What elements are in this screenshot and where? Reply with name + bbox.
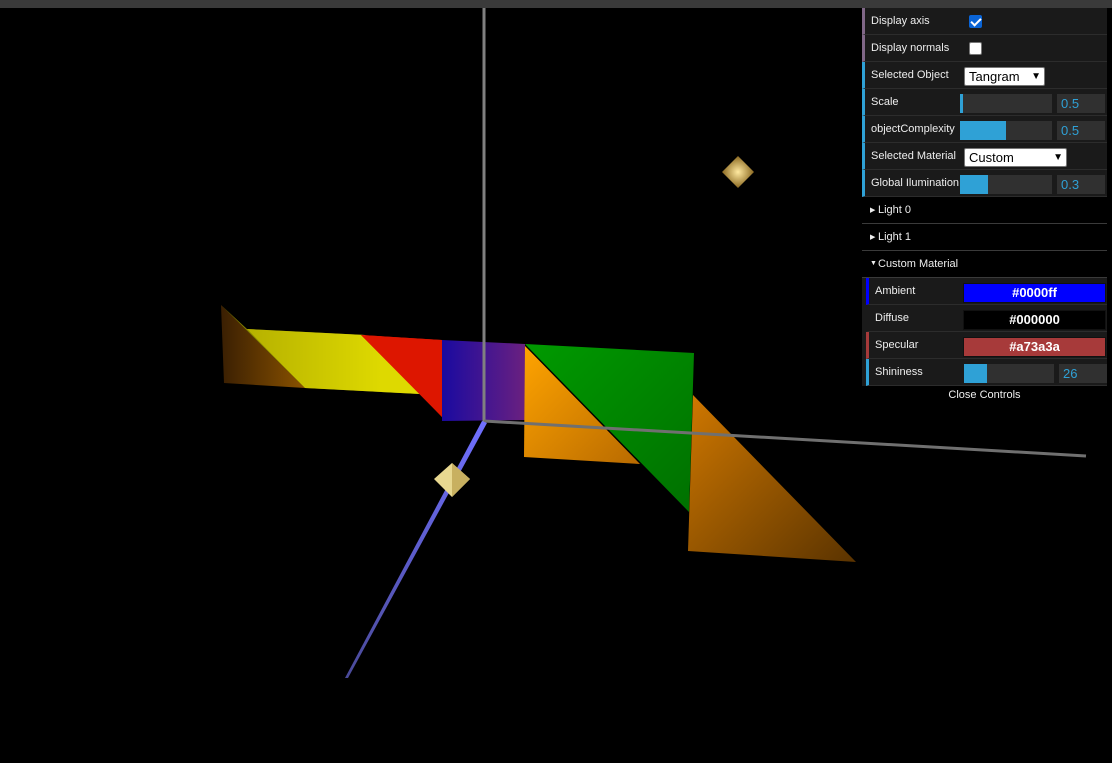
chevron-down-icon: ▼ bbox=[1031, 71, 1041, 82]
specular-row: Specular #a73a3a bbox=[866, 332, 1107, 359]
top-bar bbox=[0, 0, 1112, 8]
global-illumination-row: Global Ilumination 0.3 bbox=[862, 170, 1107, 197]
diffuse-label: Diffuse bbox=[875, 312, 910, 324]
selected-material-value: Custom bbox=[969, 150, 1014, 165]
object-complexity-label: objectComplexity bbox=[871, 123, 955, 135]
ambient-color-picker[interactable]: #0000ff bbox=[963, 283, 1106, 303]
diffuse-color-picker[interactable]: #000000 bbox=[963, 310, 1106, 330]
custom-material-folder[interactable]: ▼ Custom Material bbox=[862, 251, 1107, 278]
display-normals-row[interactable]: Display normals bbox=[862, 35, 1107, 62]
light-0-label: Light 0 bbox=[878, 204, 912, 216]
display-axis-row[interactable]: Display axis bbox=[862, 8, 1107, 35]
controls-panel: Display axis Display normals Selected Ob… bbox=[862, 8, 1107, 406]
object-complexity-row: objectComplexity 0.5 bbox=[862, 116, 1107, 143]
specular-color-picker[interactable]: #a73a3a bbox=[963, 337, 1106, 357]
tangram-large-brown-triangle bbox=[688, 395, 856, 562]
scale-input[interactable]: 0.5 bbox=[1057, 94, 1105, 113]
display-normals-label: Display normals bbox=[871, 42, 950, 54]
ambient-row: Ambient #0000ff bbox=[866, 278, 1107, 305]
shininess-slider-fill bbox=[964, 364, 987, 383]
custom-material-controls: Ambient #0000ff Diffuse #000000 Specular… bbox=[862, 278, 1107, 386]
scale-slider[interactable] bbox=[960, 94, 1052, 113]
global-illumination-slider-fill bbox=[960, 175, 988, 194]
tangram-model bbox=[221, 305, 856, 562]
selected-object-select[interactable]: Tangram ▼ bbox=[964, 67, 1045, 86]
scale-row: Scale 0.5 bbox=[862, 89, 1107, 116]
caret-down-icon: ▼ bbox=[870, 260, 877, 267]
global-illumination-input[interactable]: 0.3 bbox=[1057, 175, 1105, 194]
chevron-down-icon: ▼ bbox=[1053, 152, 1063, 163]
light-1-folder[interactable]: ▶ Light 1 bbox=[862, 224, 1107, 251]
object-complexity-input[interactable]: 0.5 bbox=[1057, 121, 1105, 140]
display-normals-checkbox[interactable] bbox=[969, 42, 982, 55]
caret-right-icon: ▶ bbox=[870, 234, 876, 241]
object-complexity-slider-fill bbox=[960, 121, 1006, 140]
ambient-label: Ambient bbox=[875, 285, 916, 297]
selected-material-label: Selected Material bbox=[871, 150, 956, 162]
object-complexity-slider[interactable] bbox=[960, 121, 1052, 140]
specular-label: Specular bbox=[875, 339, 919, 351]
z-axis bbox=[345, 421, 487, 678]
selected-material-row: Selected Material Custom ▼ bbox=[862, 143, 1107, 170]
display-axis-checkbox[interactable] bbox=[969, 15, 982, 28]
scale-slider-fill bbox=[960, 94, 963, 113]
display-axis-label: Display axis bbox=[871, 15, 930, 27]
shininess-slider[interactable] bbox=[964, 364, 1054, 383]
global-illumination-slider[interactable] bbox=[960, 175, 1052, 194]
custom-material-label: Custom Material bbox=[878, 258, 959, 270]
diffuse-row: Diffuse #000000 bbox=[866, 305, 1107, 332]
selected-object-value: Tangram bbox=[969, 69, 1020, 84]
global-illumination-label: Global Ilumination bbox=[871, 177, 960, 189]
selected-object-row: Selected Object Tangram ▼ bbox=[862, 62, 1107, 89]
shininess-input[interactable]: 26 bbox=[1059, 364, 1107, 383]
close-controls-button[interactable]: Close Controls bbox=[862, 386, 1107, 406]
shininess-row: Shininess 26 bbox=[866, 359, 1107, 386]
caret-right-icon: ▶ bbox=[870, 207, 876, 214]
selected-object-label: Selected Object bbox=[871, 69, 949, 81]
scale-label: Scale bbox=[871, 96, 899, 108]
shininess-label: Shininess bbox=[875, 366, 923, 378]
selected-material-select[interactable]: Custom ▼ bbox=[964, 148, 1067, 167]
light-0-marker bbox=[722, 156, 754, 188]
light-0-folder[interactable]: ▶ Light 0 bbox=[862, 197, 1107, 224]
light-1-label: Light 1 bbox=[878, 231, 912, 243]
